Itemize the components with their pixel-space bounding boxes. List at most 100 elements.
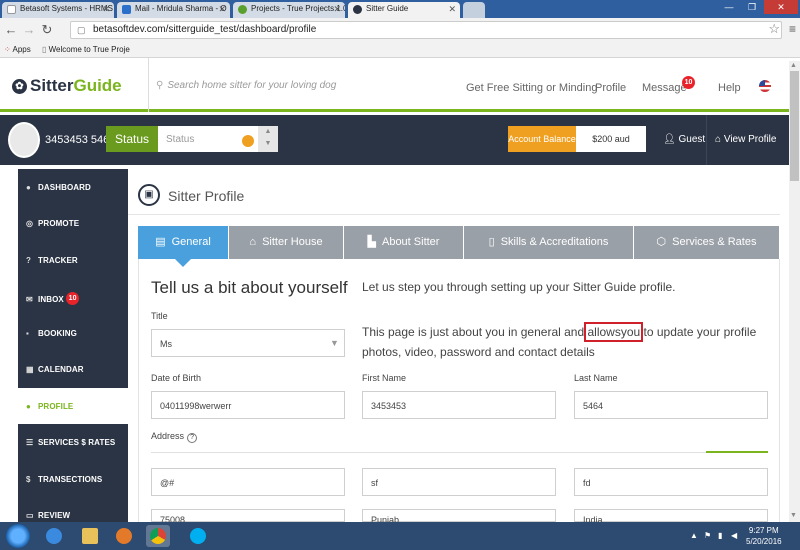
intro-text: Let us step you through setting up your … [362,280,676,294]
tab-skills-accreditations[interactable]: ▯ Skills & Accreditations [464,226,634,259]
bookmark-star-icon[interactable]: ☆ [768,21,780,37]
new-tab-button[interactable] [463,2,485,18]
scroll-down-icon[interactable]: ▼ [790,512,797,519]
address-line-2-field[interactable]: sf [362,468,556,496]
country-field[interactable]: India [574,509,768,525]
intro-description: This page is just about you in general a… [362,322,757,359]
header-divider [148,58,149,112]
nav-profile-link[interactable]: Profile [595,82,626,94]
browser-tab-sitter-guide[interactable]: Sitter Guide ✕ [348,2,460,18]
last-name-label: Last Name [574,373,618,383]
dropdown-arrow-icon[interactable]: ▼ [330,338,339,348]
user-icon: 👤︎ [663,134,676,145]
minimize-icon[interactable]: — [718,0,740,14]
sidebar-item-dashboard[interactable]: ● DASHBOARD [18,169,128,205]
chrome-icon [150,528,166,544]
address-label: Address? [151,431,198,443]
search-input[interactable]: ⚲ Search home sitter for your loving dog [156,80,336,91]
sidebar-item-calendar[interactable]: ▦ CALENDAR [18,351,128,387]
address-line-1-field[interactable]: @# [151,468,345,496]
message-count-badge: 10 [682,76,695,89]
page-icon: ▢ [77,25,86,35]
state-field[interactable]: Punjab [362,509,556,525]
tray-volume-icon[interactable]: ◀ [731,531,737,540]
title-select[interactable]: Ms [151,329,345,357]
forward-icon[interactable]: → [22,22,36,37]
sidebar-item-booking[interactable]: ▪ BOOKING [18,315,128,351]
account-balance-label: Account Balance [508,126,576,152]
clipboard-icon: ▯ [488,236,495,248]
close-icon[interactable]: ✕ [102,4,110,15]
tab-services-rates[interactable]: ⬡ Services & Rates [634,226,780,259]
close-icon[interactable]: ✕ [333,4,341,15]
taskbar-skype[interactable] [186,525,210,547]
scrollbar-thumb[interactable] [790,71,799,181]
title-label: Title [151,311,168,321]
sidebar-item-services-rates[interactable]: ☰ SERVICES $ RATES [18,424,128,460]
list-icon: ☰ [26,438,34,447]
browser-tab-projects[interactable]: Projects - True Projects 1.0 ✕ [233,2,345,18]
url-input[interactable]: ▢ betasoftdev.com/sitterguide_test/dashb… [70,21,782,39]
address-line-3-field[interactable]: fd [574,468,768,496]
chevron-up-icon[interactable]: ▲ [258,126,278,138]
back-icon[interactable]: ← [4,22,18,37]
status-stepper[interactable]: ▲ ▼ [258,126,278,152]
media-player-icon [116,528,132,544]
browser-tab-strip: Betasoft Systems - HRMS ✕ Mail - Mridula… [0,0,800,18]
highlighted-text: allowsyou [584,322,644,342]
sidebar-item-transections[interactable]: $ TRANSECTIONS [18,461,128,497]
status-button[interactable]: Status [106,126,158,152]
chevron-down-icon[interactable]: ▼ [258,138,278,150]
site-logo[interactable]: ✿ SitterGuide [12,76,122,96]
first-name-label: First Name [362,373,407,383]
folder-icon [82,528,98,544]
tab-about-sitter[interactable]: ▙ About Sitter [344,226,464,259]
system-clock[interactable]: 9:27 PM 5/20/2016 [746,525,782,547]
taskbar-media[interactable] [112,525,136,547]
browser-menu-icon[interactable]: ≡ [789,22,796,36]
maximize-icon[interactable]: ❐ [741,0,763,14]
postcode-field[interactable]: 75008 [151,509,345,525]
tab-general[interactable]: ▤ General [138,226,229,259]
avatar[interactable] [8,122,40,158]
tray-network-icon[interactable]: ▮ [718,531,722,540]
true-projects-bookmark[interactable]: ▯ Welcome to True Proje [42,45,130,54]
sidebar-item-inbox[interactable]: ✉ INBOX 10 [18,278,128,314]
view-profile-link[interactable]: ⌂ View Profile [715,134,776,145]
bookmarks-bar: ⁘ Apps ▯ Welcome to True Proje [0,42,800,58]
briefcase-icon: ▪ [26,329,29,338]
tray-up-arrow-icon[interactable]: ▲ [690,531,698,540]
us-flag-icon[interactable] [759,80,771,92]
status-indicator-icon [242,135,254,147]
browser-tab-mail[interactable]: Mail - Mridula Sharma - O ✕ [117,2,230,18]
windows-start-icon[interactable] [6,524,30,548]
tray-flag-icon[interactable]: ⚑ [704,531,711,540]
nav-free-sitting-link[interactable]: Get Free Sitting or Minding [466,82,597,94]
nav-help-link[interactable]: Help [718,82,741,94]
first-name-field[interactable]: 3453453 [362,391,556,419]
close-window-icon[interactable]: ✕ [764,0,798,14]
taskbar-chrome[interactable] [146,525,170,547]
help-icon[interactable]: ? [187,433,198,443]
search-icon: ⚲ [156,80,164,91]
dollar-icon: $ [26,475,31,484]
sidebar-item-profile[interactable]: ● PROFILE [18,388,128,424]
tab-sitter-house[interactable]: ⌂ Sitter House [229,226,344,259]
sidebar: ● DASHBOARD ◎ PROMOTE ? TRACKER ✉ INBOX 10 ▪… [18,169,128,522]
home-icon: ⌂ [715,134,722,145]
scroll-up-icon[interactable]: ▲ [790,62,797,69]
taskbar-explorer[interactable] [78,525,102,547]
sidebar-item-promote[interactable]: ◎ PROMOTE [18,205,128,241]
sidebar-item-tracker[interactable]: ? TRACKER [18,242,128,278]
skype-icon [190,528,206,544]
close-icon[interactable]: ✕ [448,4,456,15]
dob-field[interactable]: 04011998werwerr [151,391,345,419]
last-name-field[interactable]: 5464 [574,391,768,419]
taskbar-ie[interactable] [42,525,66,547]
nav-message-link[interactable]: Message [642,82,687,94]
guest-link[interactable]: 👤︎ Guest [663,134,705,145]
apps-bookmark[interactable]: ⁘ Apps [4,45,31,54]
reload-icon[interactable]: ↻ [40,22,54,38]
close-icon[interactable]: ✕ [218,4,226,15]
browser-tab-hrms[interactable]: Betasoft Systems - HRMS ✕ [2,2,114,18]
